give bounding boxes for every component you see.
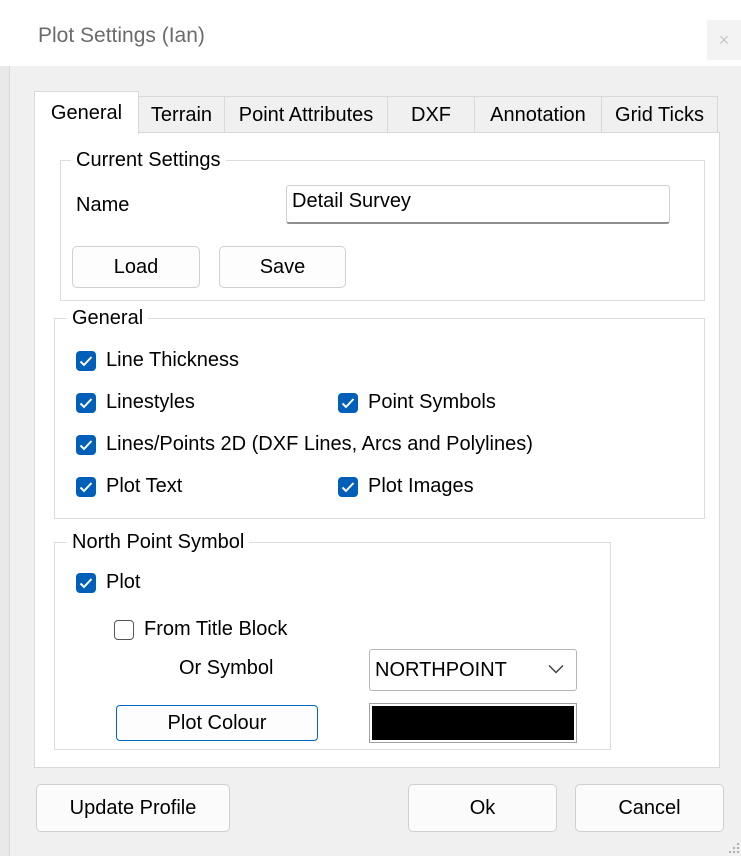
resize-grip-icon[interactable] (728, 842, 740, 854)
current-settings-group: Current Settings Name Detail Survey Load… (60, 148, 705, 301)
plot-text-label: Plot Text (106, 475, 183, 497)
close-button[interactable]: × (707, 20, 741, 60)
colour-swatch[interactable] (369, 703, 577, 743)
name-label: Name (76, 194, 130, 216)
lines-points-2d-checkbox[interactable]: Lines/Points 2D (DXF Lines, Arcs and Pol… (76, 433, 533, 456)
tab-point-attributes[interactable]: Point Attributes (224, 96, 388, 133)
line-thickness-label: Line Thickness (106, 349, 240, 371)
checkmark-icon (76, 572, 96, 593)
plot-text-checkbox[interactable]: Plot Text (76, 475, 182, 498)
north-point-group: North Point Symbol Plot From Title Block… (54, 530, 611, 750)
plot-label: Plot (106, 571, 141, 593)
tab-label: Terrain (150, 103, 213, 126)
checkmark-icon (76, 350, 96, 371)
plot-images-checkbox[interactable]: Plot Images (338, 475, 474, 498)
tab-terrain[interactable]: Terrain (138, 96, 225, 133)
current-settings-title: Current Settings (71, 148, 226, 172)
checkmark-icon (76, 392, 96, 413)
general-tab-panel: Current Settings Name Detail Survey Load… (34, 132, 720, 768)
linestyles-label: Linestyles (106, 391, 195, 413)
tab-annotation[interactable]: Annotation (474, 96, 602, 133)
plot-colour-button[interactable]: Plot Colour (116, 705, 318, 741)
close-icon: × (718, 29, 730, 50)
window-edge (0, 66, 10, 856)
update-profile-button[interactable]: Update Profile (36, 784, 230, 832)
checkbox-empty-icon (114, 619, 134, 640)
window-title: Plot Settings (Ian) (38, 24, 205, 47)
or-symbol-label: Or Symbol (179, 657, 274, 679)
general-options-title: General (67, 306, 149, 330)
checkmark-icon (76, 434, 96, 455)
load-button[interactable]: Load (72, 246, 200, 288)
chevron-down-icon (548, 664, 564, 674)
ok-button[interactable]: Ok (408, 784, 557, 832)
colour-swatch-fill (372, 706, 574, 740)
linestyles-checkbox[interactable]: Linestyles (76, 391, 195, 414)
save-button[interactable]: Save (219, 246, 346, 288)
checkmark-icon (76, 476, 96, 497)
tab-label: Point Attributes (238, 103, 374, 126)
point-symbols-label: Point Symbols (368, 391, 496, 413)
name-field[interactable]: Detail Survey (286, 185, 670, 224)
title-bar: Plot Settings (Ian) × (0, 0, 741, 66)
lines-points-2d-label: Lines/Points 2D (DXF Lines, Arcs and Pol… (106, 433, 533, 455)
tab-label: Annotation (490, 103, 586, 126)
tab-dxf[interactable]: DXF (387, 96, 475, 133)
tab-general[interactable]: General (34, 91, 139, 134)
plot-images-label: Plot Images (368, 475, 474, 497)
from-title-block-checkbox[interactable]: From Title Block (114, 618, 287, 641)
checkmark-icon (338, 476, 358, 497)
symbol-value: NORTHPOINT (375, 658, 507, 681)
from-title-block-label: From Title Block (144, 618, 288, 640)
tab-label: DXF (411, 103, 451, 126)
general-options-group: General Line Thickness Linestyles Point … (54, 306, 705, 519)
line-thickness-checkbox[interactable]: Line Thickness (76, 349, 239, 372)
tab-label: General (50, 101, 123, 124)
north-point-plot-checkbox[interactable]: Plot (76, 571, 140, 594)
cancel-button[interactable]: Cancel (575, 784, 724, 832)
north-point-title: North Point Symbol (67, 530, 250, 554)
checkmark-icon (338, 392, 358, 413)
point-symbols-checkbox[interactable]: Point Symbols (338, 391, 496, 414)
tab-label: Grid Ticks (615, 103, 704, 126)
symbol-dropdown[interactable]: NORTHPOINT (369, 649, 577, 691)
tab-grid-ticks[interactable]: Grid Ticks (601, 96, 718, 133)
